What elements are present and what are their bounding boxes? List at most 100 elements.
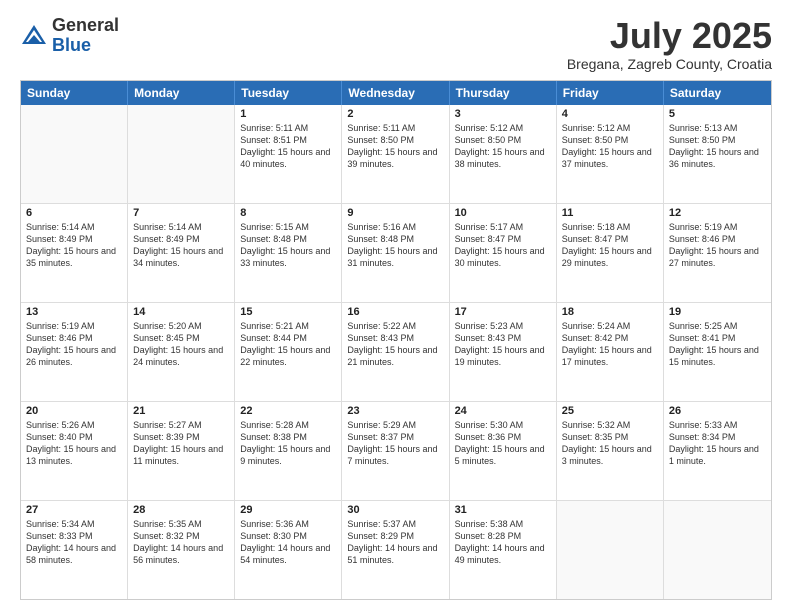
cal-cell-day-12: 12 Sunrise: 5:19 AM Sunset: 8:46 PM Dayli… (664, 204, 771, 302)
cell-info: Sunrise: 5:15 AM Sunset: 8:48 PM Dayligh… (240, 221, 336, 270)
day-number: 15 (240, 306, 336, 318)
day-number: 31 (455, 504, 551, 516)
day-number: 18 (562, 306, 658, 318)
day-number: 7 (133, 207, 229, 219)
cell-info: Sunrise: 5:22 AM Sunset: 8:43 PM Dayligh… (347, 320, 443, 369)
cal-week-3: 13 Sunrise: 5:19 AM Sunset: 8:46 PM Dayli… (21, 303, 771, 402)
cal-cell-day-13: 13 Sunrise: 5:19 AM Sunset: 8:46 PM Dayli… (21, 303, 128, 401)
cell-info: Sunrise: 5:11 AM Sunset: 8:51 PM Dayligh… (240, 122, 336, 171)
cal-cell-day-29: 29 Sunrise: 5:36 AM Sunset: 8:30 PM Dayli… (235, 501, 342, 599)
cell-info: Sunrise: 5:14 AM Sunset: 8:49 PM Dayligh… (133, 221, 229, 270)
cell-info: Sunrise: 5:16 AM Sunset: 8:48 PM Dayligh… (347, 221, 443, 270)
day-number: 10 (455, 207, 551, 219)
cell-info: Sunrise: 5:38 AM Sunset: 8:28 PM Dayligh… (455, 518, 551, 567)
day-number: 22 (240, 405, 336, 417)
cal-cell-day-22: 22 Sunrise: 5:28 AM Sunset: 8:38 PM Dayli… (235, 402, 342, 500)
cal-cell-day-9: 9 Sunrise: 5:16 AM Sunset: 8:48 PM Daylig… (342, 204, 449, 302)
logo-text: General Blue (52, 16, 119, 56)
logo-blue: Blue (52, 35, 91, 55)
cal-cell-day-1: 1 Sunrise: 5:11 AM Sunset: 8:51 PM Daylig… (235, 105, 342, 203)
day-number: 13 (26, 306, 122, 318)
cal-cell-empty (664, 501, 771, 599)
day-number: 6 (26, 207, 122, 219)
day-number: 21 (133, 405, 229, 417)
cal-cell-day-8: 8Sunrise: 5:15 AM Sunset: 8:48 PM Daylig… (235, 204, 342, 302)
day-number: 28 (133, 504, 229, 516)
cell-info: Sunrise: 5:14 AM Sunset: 8:49 PM Dayligh… (26, 221, 122, 270)
cal-header-thursday: Thursday (450, 81, 557, 105)
cell-info: Sunrise: 5:30 AM Sunset: 8:36 PM Dayligh… (455, 419, 551, 468)
cal-cell-day-31: 31 Sunrise: 5:38 AM Sunset: 8:28 PM Dayli… (450, 501, 557, 599)
cal-week-1: 1 Sunrise: 5:11 AM Sunset: 8:51 PM Daylig… (21, 105, 771, 204)
cal-cell-day-24: 24 Sunrise: 5:30 AM Sunset: 8:36 PM Dayli… (450, 402, 557, 500)
cal-cell-empty (557, 501, 664, 599)
day-number: 30 (347, 504, 443, 516)
cal-cell-day-18: 18 Sunrise: 5:24 AM Sunset: 8:42 PM Dayli… (557, 303, 664, 401)
cal-cell-day-4: 4Sunrise: 5:12 AM Sunset: 8:50 PM Daylig… (557, 105, 664, 203)
cal-cell-day-26: 26 Sunrise: 5:33 AM Sunset: 8:34 PM Dayli… (664, 402, 771, 500)
cal-cell-day-14: 14Sunrise: 5:20 AM Sunset: 8:45 PM Dayli… (128, 303, 235, 401)
cal-cell-day-5: 5 Sunrise: 5:13 AM Sunset: 8:50 PM Daylig… (664, 105, 771, 203)
cal-header-wednesday: Wednesday (342, 81, 449, 105)
day-number: 19 (669, 306, 766, 318)
cell-info: Sunrise: 5:17 AM Sunset: 8:47 PM Dayligh… (455, 221, 551, 270)
cal-cell-day-7: 7 Sunrise: 5:14 AM Sunset: 8:49 PM Daylig… (128, 204, 235, 302)
page: General Blue July 2025 Bregana, Zagreb C… (0, 0, 792, 612)
cal-week-2: 6 Sunrise: 5:14 AM Sunset: 8:49 PM Daylig… (21, 204, 771, 303)
cell-info: Sunrise: 5:11 AM Sunset: 8:50 PM Dayligh… (347, 122, 443, 171)
logo-icon (20, 22, 48, 50)
cell-info: Sunrise: 5:19 AM Sunset: 8:46 PM Dayligh… (669, 221, 766, 270)
day-number: 24 (455, 405, 551, 417)
day-number: 5 (669, 108, 766, 120)
cell-info: Sunrise: 5:32 AM Sunset: 8:35 PM Dayligh… (562, 419, 658, 468)
header: General Blue July 2025 Bregana, Zagreb C… (20, 16, 772, 72)
cal-cell-day-21: 21Sunrise: 5:27 AM Sunset: 8:39 PM Dayli… (128, 402, 235, 500)
location: Bregana, Zagreb County, Croatia (567, 56, 772, 72)
cal-header-friday: Friday (557, 81, 664, 105)
cell-info: Sunrise: 5:19 AM Sunset: 8:46 PM Dayligh… (26, 320, 122, 369)
logo: General Blue (20, 16, 119, 56)
cell-info: Sunrise: 5:33 AM Sunset: 8:34 PM Dayligh… (669, 419, 766, 468)
cal-week-5: 27 Sunrise: 5:34 AM Sunset: 8:33 PM Dayli… (21, 501, 771, 599)
cal-cell-day-16: 16 Sunrise: 5:22 AM Sunset: 8:43 PM Dayli… (342, 303, 449, 401)
day-number: 12 (669, 207, 766, 219)
cell-info: Sunrise: 5:29 AM Sunset: 8:37 PM Dayligh… (347, 419, 443, 468)
cell-info: Sunrise: 5:35 AM Sunset: 8:32 PM Dayligh… (133, 518, 229, 567)
day-number: 27 (26, 504, 122, 516)
calendar: SundayMondayTuesdayWednesdayThursdayFrid… (20, 80, 772, 600)
day-number: 26 (669, 405, 766, 417)
cal-cell-day-20: 20Sunrise: 5:26 AM Sunset: 8:40 PM Dayli… (21, 402, 128, 500)
day-number: 25 (562, 405, 658, 417)
calendar-header: SundayMondayTuesdayWednesdayThursdayFrid… (21, 81, 771, 105)
cal-header-monday: Monday (128, 81, 235, 105)
cal-cell-day-15: 15Sunrise: 5:21 AM Sunset: 8:44 PM Dayli… (235, 303, 342, 401)
cell-info: Sunrise: 5:25 AM Sunset: 8:41 PM Dayligh… (669, 320, 766, 369)
day-number: 17 (455, 306, 551, 318)
cell-info: Sunrise: 5:24 AM Sunset: 8:42 PM Dayligh… (562, 320, 658, 369)
month-title: July 2025 (567, 16, 772, 56)
cal-cell-empty (21, 105, 128, 203)
cal-cell-day-23: 23 Sunrise: 5:29 AM Sunset: 8:37 PM Dayli… (342, 402, 449, 500)
day-number: 9 (347, 207, 443, 219)
day-number: 29 (240, 504, 336, 516)
day-number: 1 (240, 108, 336, 120)
cal-cell-day-10: 10 Sunrise: 5:17 AM Sunset: 8:47 PM Dayli… (450, 204, 557, 302)
cal-week-4: 20Sunrise: 5:26 AM Sunset: 8:40 PM Dayli… (21, 402, 771, 501)
logo-general: General (52, 15, 119, 35)
cal-cell-day-6: 6 Sunrise: 5:14 AM Sunset: 8:49 PM Daylig… (21, 204, 128, 302)
cal-cell-day-25: 25 Sunrise: 5:32 AM Sunset: 8:35 PM Dayli… (557, 402, 664, 500)
cell-info: Sunrise: 5:13 AM Sunset: 8:50 PM Dayligh… (669, 122, 766, 171)
cal-cell-day-11: 11Sunrise: 5:18 AM Sunset: 8:47 PM Dayli… (557, 204, 664, 302)
cal-cell-day-28: 28 Sunrise: 5:35 AM Sunset: 8:32 PM Dayli… (128, 501, 235, 599)
cal-header-tuesday: Tuesday (235, 81, 342, 105)
day-number: 11 (562, 207, 658, 219)
day-number: 3 (455, 108, 551, 120)
cal-cell-day-17: 17Sunrise: 5:23 AM Sunset: 8:43 PM Dayli… (450, 303, 557, 401)
cell-info: Sunrise: 5:28 AM Sunset: 8:38 PM Dayligh… (240, 419, 336, 468)
cell-info: Sunrise: 5:36 AM Sunset: 8:30 PM Dayligh… (240, 518, 336, 567)
day-number: 16 (347, 306, 443, 318)
cell-info: Sunrise: 5:34 AM Sunset: 8:33 PM Dayligh… (26, 518, 122, 567)
cal-cell-day-30: 30Sunrise: 5:37 AM Sunset: 8:29 PM Dayli… (342, 501, 449, 599)
day-number: 23 (347, 405, 443, 417)
cal-header-sunday: Sunday (21, 81, 128, 105)
